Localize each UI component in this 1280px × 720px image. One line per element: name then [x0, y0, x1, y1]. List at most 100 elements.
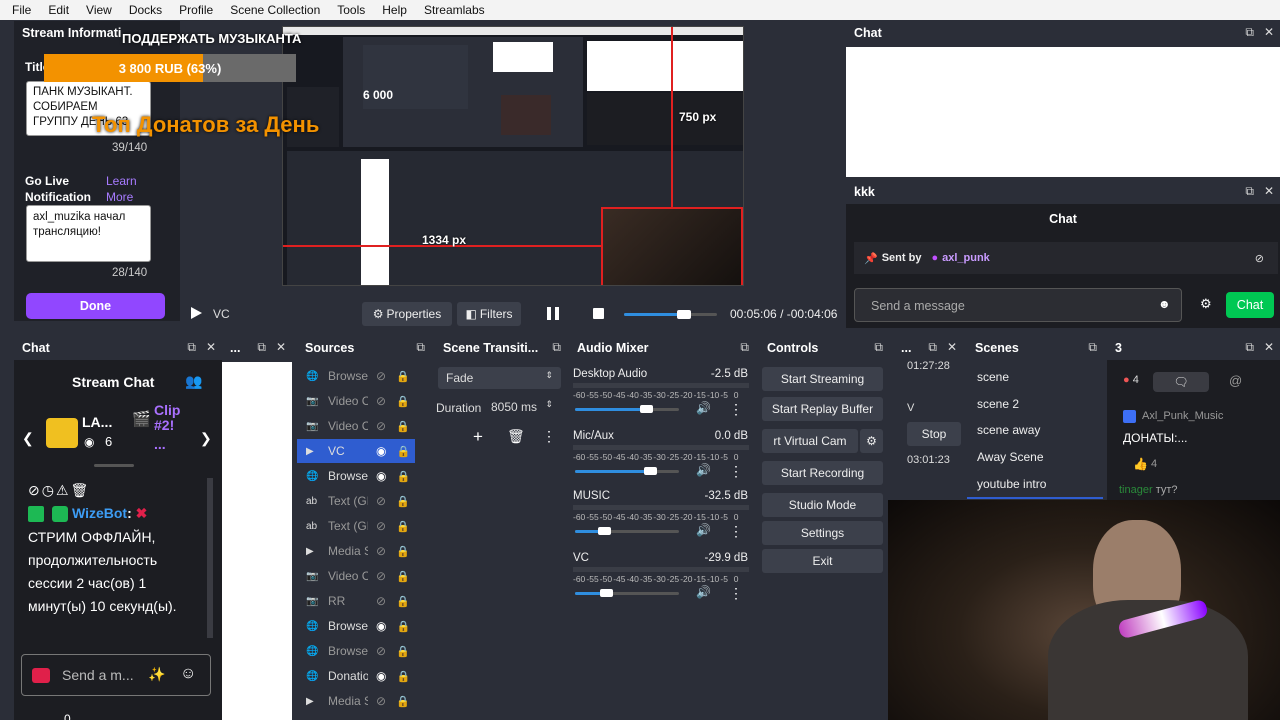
- speaker-icon[interactable]: 🔊: [696, 401, 711, 415]
- float-icon[interactable]: ⧉: [416, 340, 425, 355]
- eye-icon[interactable]: ◉: [376, 469, 386, 483]
- lock-icon[interactable]: 🔒: [396, 545, 410, 558]
- close-icon[interactable]: ✕: [1264, 340, 1274, 355]
- menu-item-edit[interactable]: Edit: [48, 3, 69, 17]
- menu-item-docks[interactable]: Docks: [129, 3, 162, 17]
- eye-icon[interactable]: ◉: [376, 669, 386, 683]
- menu-item-file[interactable]: File: [12, 3, 31, 17]
- done-button[interactable]: Done: [26, 293, 165, 319]
- volume-knob[interactable]: [600, 589, 614, 597]
- menu-item-tools[interactable]: Tools: [337, 3, 365, 17]
- eye-icon[interactable]: ◉: [376, 619, 386, 633]
- more-vert-icon[interactable]: ⋮: [729, 401, 743, 418]
- lock-icon[interactable]: 🔒: [396, 420, 410, 433]
- eye-hidden-icon[interactable]: ⊘: [376, 494, 386, 508]
- eye-hidden-icon[interactable]: ⊘: [376, 694, 386, 708]
- eye-hidden-icon[interactable]: ⊘: [376, 594, 386, 608]
- lock-icon[interactable]: 🔒: [396, 520, 410, 533]
- volume-track[interactable]: [575, 589, 679, 597]
- menu-item-streamlabs[interactable]: Streamlabs: [424, 3, 485, 17]
- source-item[interactable]: ▶ VC ◉ 🔒: [297, 439, 415, 463]
- source-item[interactable]: 🌐 Browse ◉ 🔒: [297, 464, 415, 488]
- virtual-cam-button[interactable]: rt Virtual Cam: [762, 429, 858, 453]
- media-seek-track[interactable]: [624, 310, 717, 319]
- media-play-icon[interactable]: [191, 307, 202, 319]
- float-icon[interactable]: ⧉: [1245, 340, 1254, 355]
- eye-hidden-icon[interactable]: ⊘: [376, 519, 386, 533]
- mention-tab-icon[interactable]: @: [1229, 373, 1242, 388]
- prev-arrow-icon[interactable]: ❮: [22, 430, 34, 447]
- scene-item[interactable]: scene 2: [967, 393, 1103, 420]
- float-icon[interactable]: ⧉: [1245, 184, 1254, 199]
- properties-button[interactable]: ⚙ Properties: [362, 302, 452, 326]
- float-icon[interactable]: ⧉: [552, 340, 561, 355]
- chat-left-send[interactable]: Send a m... ✨ ☺: [21, 654, 211, 696]
- volume-track[interactable]: [575, 527, 679, 535]
- start-streaming-button[interactable]: Start Streaming: [762, 367, 883, 391]
- eye-hidden-icon[interactable]: ⊘: [376, 644, 386, 658]
- menu-item-profile[interactable]: Profile: [179, 3, 213, 17]
- virtual-cam-settings-icon[interactable]: ⚙: [860, 429, 883, 453]
- lock-icon[interactable]: 🔒: [396, 570, 410, 583]
- preview-canvas[interactable]: [282, 26, 744, 286]
- exit-button[interactable]: Exit: [762, 549, 883, 573]
- more-vert-icon[interactable]: ⋮: [729, 585, 743, 602]
- trash-icon[interactable]: 🗑: [507, 428, 525, 445]
- settings-button[interactable]: Settings: [762, 521, 883, 545]
- lock-icon[interactable]: 🔒: [396, 645, 410, 658]
- chat-tab-icon[interactable]: 🗨: [1153, 372, 1209, 392]
- volume-knob[interactable]: [643, 467, 657, 475]
- source-item[interactable]: ▶ Media S ⊘ 🔒: [297, 689, 415, 713]
- pause-icon[interactable]: [547, 307, 559, 320]
- settings-gear-icon[interactable]: ⚙: [1200, 296, 1212, 312]
- source-item[interactable]: 📷 Video C ⊘ 🔒: [297, 564, 415, 588]
- source-item[interactable]: ab Text (GI ⊘ 🔒: [297, 489, 415, 513]
- menu-item-scene-collection[interactable]: Scene Collection: [230, 3, 320, 17]
- chat-scrollbar[interactable]: [207, 478, 213, 638]
- hide-icon[interactable]: ⊘: [1255, 252, 1264, 265]
- lock-icon[interactable]: 🔒: [396, 445, 410, 458]
- scene-item[interactable]: youtube intro: [967, 473, 1103, 500]
- sparkle-icon[interactable]: ✨: [148, 666, 165, 683]
- kkk-send-input[interactable]: Send a message: [854, 288, 1182, 322]
- menu-item-help[interactable]: Help: [382, 3, 407, 17]
- emoji-icon[interactable]: ☺: [180, 665, 196, 683]
- more-vert-icon[interactable]: ⋮: [729, 523, 743, 540]
- eye-hidden-icon[interactable]: ⊘: [376, 569, 386, 583]
- float-icon[interactable]: ⧉: [1088, 340, 1097, 355]
- speaker-icon[interactable]: 🔊: [696, 463, 711, 477]
- speaker-muted-icon[interactable]: 🔊: [696, 585, 711, 599]
- close-icon[interactable]: ✕: [276, 340, 286, 355]
- selection-box[interactable]: [601, 207, 743, 285]
- scene-item[interactable]: Away Scene: [967, 446, 1103, 473]
- eye-hidden-icon[interactable]: ⊘: [376, 544, 386, 558]
- volume-track[interactable]: [575, 467, 679, 475]
- more-vert-icon[interactable]: ⋮: [542, 428, 556, 445]
- media-seek-knob[interactable]: [677, 310, 692, 319]
- volume-knob[interactable]: [598, 527, 612, 535]
- float-icon[interactable]: ⧉: [1245, 25, 1254, 40]
- add-transition-icon[interactable]: +: [473, 427, 483, 447]
- lock-icon[interactable]: 🔒: [396, 620, 410, 633]
- eye-icon[interactable]: ◉: [376, 444, 386, 458]
- volume-track[interactable]: [575, 405, 679, 413]
- eye-hidden-icon[interactable]: ⊘: [376, 419, 386, 433]
- more-vert-icon[interactable]: ⋮: [729, 463, 743, 480]
- lock-icon[interactable]: 🔒: [396, 695, 410, 708]
- scene-item[interactable]: scene away: [967, 419, 1103, 446]
- source-item[interactable]: ▶ Media S ⊘ 🔒: [297, 539, 415, 563]
- float-icon[interactable]: ⧉: [187, 340, 196, 355]
- float-icon[interactable]: ⧉: [740, 340, 749, 355]
- start-recording-button[interactable]: Start Recording: [762, 461, 883, 485]
- scene-item[interactable]: scene: [967, 366, 1103, 393]
- source-item[interactable]: 🌐 Browse ⊘ 🔒: [297, 364, 415, 388]
- golive-textarea[interactable]: axl_muzika начал трансляцию!: [26, 205, 151, 262]
- kkk-chat-button[interactable]: Chat: [1226, 292, 1274, 318]
- close-icon[interactable]: ✕: [206, 340, 216, 355]
- speaker-muted-icon[interactable]: 🔊: [696, 523, 711, 537]
- float-icon[interactable]: ⧉: [928, 340, 937, 355]
- lock-icon[interactable]: 🔒: [396, 495, 410, 508]
- source-item[interactable]: 🌐 Browse ◉ 🔒: [297, 614, 415, 638]
- close-icon[interactable]: ✕: [1264, 25, 1274, 40]
- emote-icon[interactable]: ☻: [1158, 297, 1171, 311]
